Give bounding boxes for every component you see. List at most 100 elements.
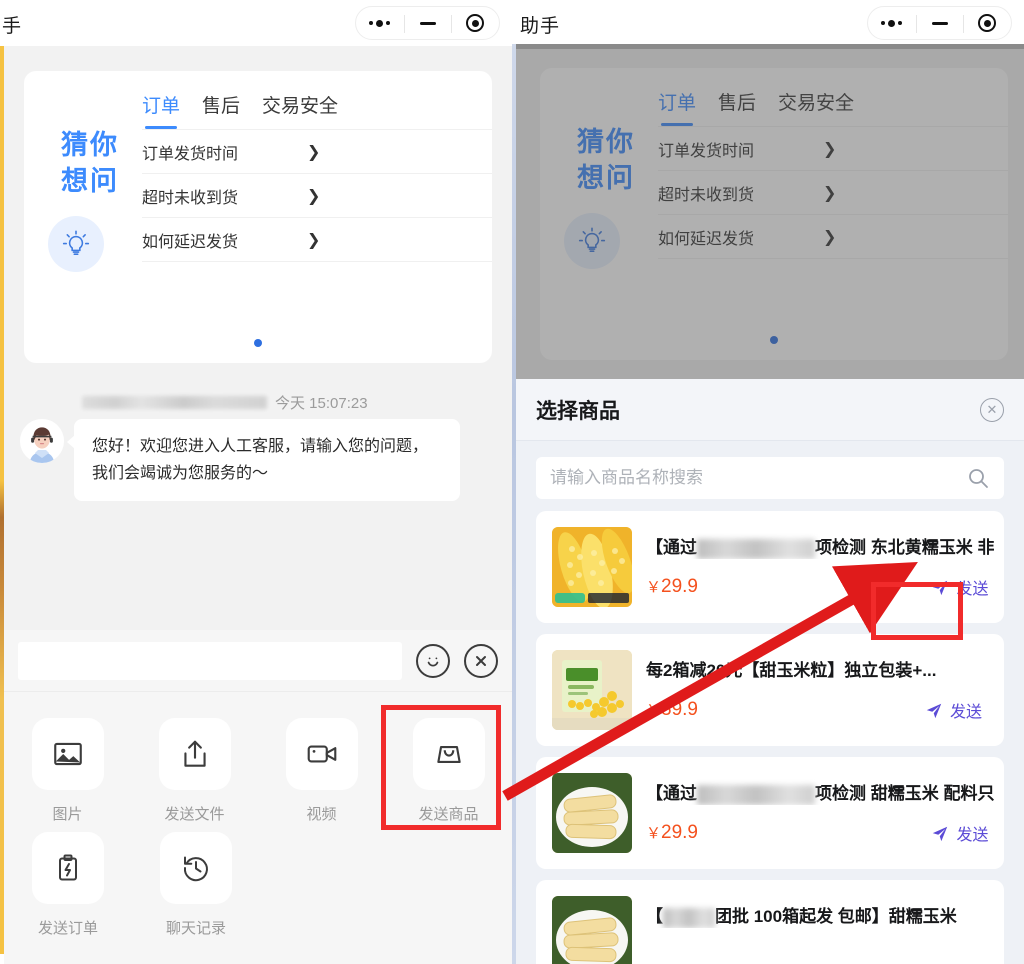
left-titlebar: 助手 [0,0,512,46]
send-button[interactable]: 发送 [925,571,994,603]
product-item[interactable]: 【 团批 100箱起发 包邮】甜糯玉米 [536,880,1004,964]
faq-card: 猜你 想问 订单 售后 交易安全 订单发货时间 ❯ 超时未收到货 ❯ 如何延迟发… [24,71,492,363]
send-label: 发送 [956,827,989,844]
faq-tab-transaction-security[interactable]: 交易安全 [262,91,338,129]
send-label: 发送 [956,581,989,598]
message-bubble: 您好！欢迎您进入人工客服，请输入您的问题，我们会竭诚为您服务的～ [67,419,460,501]
faq-row[interactable]: 如何延迟发货 ❯ [142,217,492,261]
search-icon [969,469,988,488]
product-title: 【通过 项检测 甜糯玉米 配料只 [646,779,994,805]
emoji-icon[interactable] [416,643,450,678]
modal-dim-overlay[interactable] [516,49,1024,379]
chevron-right-icon: ❯ [307,230,321,249]
attachment-tools-row-1: 图片 发送文件 视频 发送商品 [4,710,512,824]
minimize-button[interactable] [403,7,452,39]
clipboard-bolt-icon [32,832,104,904]
product-title-prefix: 【 [646,907,663,926]
more-options-icon [369,19,391,27]
faq-guess-block: 猜你 想问 [42,127,138,199]
more-options-icon [881,19,903,27]
more-options-button[interactable] [868,7,916,39]
product-title-prefix: 【通过 [646,784,697,803]
upload-icon [158,718,231,790]
tool-chat-history[interactable]: 聊天记录 [132,824,260,938]
product-thumbnail [552,896,632,964]
product-item[interactable]: 【通过 项检测 甜糯玉米 配料只 ￥29.9 发送 [536,757,1004,869]
sender-name-redacted [82,395,267,409]
currency-symbol: ￥ [646,579,662,596]
right-window-controls [867,6,1012,40]
attachment-tools: 图片 发送文件 视频 发送商品 发送订单 聊天记录 [4,692,512,964]
right-window-title: 助手 [520,16,561,37]
left-chat-window: 助手 猜你 想问 [0,0,512,964]
search-input[interactable] [550,468,966,488]
collapse-button[interactable] [963,7,1011,39]
close-icon[interactable] [464,643,498,678]
tool-label: 聊天记录 [165,920,226,937]
chat-message-header: 今天 15:07:23 [82,391,490,413]
product-thumbnail [552,650,632,730]
price-value: 29.9 [661,822,698,843]
price-value: 39.9 [661,699,698,720]
product-title: 每2箱减20元【甜玉米粒】独立包装+... [646,661,937,680]
message-timestamp: 今天 15:07:23 [275,394,368,412]
tool-label: 视频 [306,806,337,823]
send-button[interactable]: 发送 [919,694,988,726]
right-chat-window: 助手 猜你 想问 订单 售后 交易安全 订单发货时间 ❯ 超时未收到货 ❯ 如何… [512,0,1024,964]
faq-tab-orders[interactable]: 订单 [142,91,180,129]
collapse-icon [978,14,997,32]
product-title-redacted [697,538,815,559]
tool-label: 图片 [52,806,83,823]
close-icon[interactable]: ✕ [980,397,1004,422]
chevron-right-icon: ❯ [307,186,321,205]
sheet-header: 选择商品 ✕ [516,379,1024,441]
more-options-button[interactable] [356,7,404,39]
product-title-suffix: 项检测 甜糯玉米 配料只 [815,784,995,803]
product-info: 【通过 项检测 东北黄糯玉米 非 ￥29.9 发送 [646,527,994,607]
product-title-prefix: 【通过 [646,538,697,557]
composer-buttons [416,643,498,678]
tool-send-file[interactable]: 发送文件 [131,710,258,824]
minimize-icon [419,21,436,25]
product-item[interactable]: 每2箱减20元【甜玉米粒】独立包装+... ￥39.9 发送 [536,634,1004,746]
product-title: 【通过 项检测 东北黄糯玉米 非 [646,533,994,559]
history-clock-icon [160,832,232,904]
search-area [516,441,1024,509]
product-list: 【通过 项检测 东北黄糯玉米 非 ￥29.9 发送 每2箱减20元【甜玉米粒】独… [516,509,1024,964]
product-price: ￥39.9 [646,699,919,721]
send-button[interactable]: 发送 [925,817,994,849]
image-icon [31,718,104,790]
collapse-button[interactable] [451,7,499,39]
product-title-redacted [663,907,715,928]
faq-row[interactable]: 订单发货时间 ❯ [142,129,492,173]
faq-pager-dot[interactable] [254,339,262,347]
minimize-button[interactable] [915,7,964,39]
send-plane-icon [933,580,948,596]
tool-send-goods[interactable]: 发送商品 [385,710,512,824]
faq-row-label: 超时未收到货 [142,189,239,207]
search-box [536,457,1004,499]
tool-send-order[interactable]: 发送订单 [4,824,132,938]
faq-row[interactable]: 超时未收到货 ❯ [142,173,492,217]
product-item[interactable]: 【通过 项检测 东北黄糯玉米 非 ￥29.9 发送 [536,511,1004,623]
faq-tab-aftersales[interactable]: 售后 [202,91,240,129]
send-plane-icon [933,826,948,842]
send-label: 发送 [949,704,982,721]
product-info: 【通过 项检测 甜糯玉米 配料只 ￥29.9 发送 [646,773,994,853]
product-info: 【 团批 100箱起发 包邮】甜糯玉米 [646,896,988,964]
tool-video[interactable]: 视频 [258,710,385,824]
product-title: 【 团批 100箱起发 包邮】甜糯玉米 [646,902,988,928]
left-window-controls [355,6,500,40]
chevron-right-icon: ❯ [307,142,321,161]
product-price-row: ￥39.9 发送 [646,694,988,726]
collapse-icon [466,14,485,32]
tool-label: 发送文件 [164,806,225,823]
currency-symbol: ￥ [646,702,662,719]
sheet-title: 选择商品 [536,399,620,423]
tool-label: 发送商品 [418,806,479,823]
price-value: 29.9 [661,576,698,597]
tool-image[interactable]: 图片 [4,710,131,824]
faq-row-list: 订单发货时间 ❯ 超时未收到货 ❯ 如何延迟发货 ❯ [142,129,492,262]
message-input[interactable] [18,641,402,680]
avatar [20,419,64,463]
